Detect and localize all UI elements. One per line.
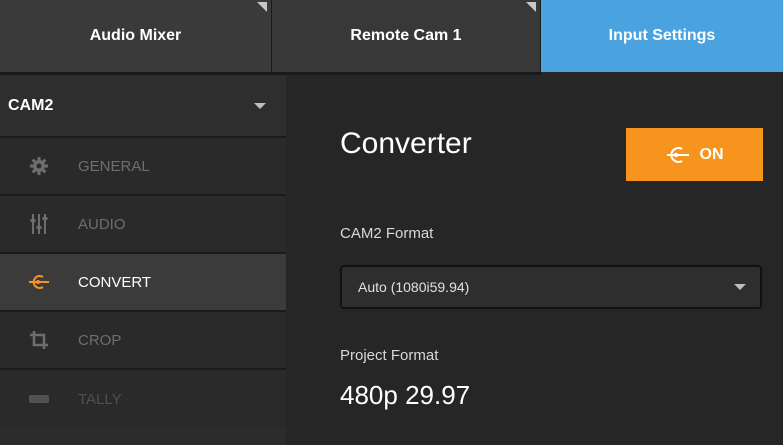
tab-corner-icon [526, 2, 536, 12]
tab-label: Audio Mixer [89, 27, 182, 44]
sidebar-item-label: TALLY [78, 390, 122, 408]
project-format-label: Project Format [340, 347, 439, 364]
gear-icon [0, 156, 78, 176]
chevron-down-icon [254, 102, 266, 109]
convert-icon [666, 146, 689, 163]
tab-bar: Audio Mixer Remote Cam 1 Input Settings [0, 0, 783, 72]
sidebar-item-label: GENERAL [78, 157, 150, 175]
sliders-icon [0, 213, 78, 235]
tab-label: Input Settings [608, 27, 716, 44]
crop-icon [0, 330, 78, 350]
tab-label: Remote Cam 1 [350, 27, 462, 44]
toggle-label: ON [699, 145, 724, 163]
tab-corner-icon [257, 2, 267, 12]
sidebar-item-label: CONVERT [78, 273, 152, 291]
source-select-value: CAM2 [8, 96, 54, 114]
convert-icon [0, 274, 78, 290]
tab-remote-cam-1[interactable]: Remote Cam 1 [272, 0, 541, 72]
page-title: Converter [340, 127, 472, 160]
sidebar-item-label: CROP [78, 331, 122, 349]
project-format-value: 480p 29.97 [340, 380, 471, 410]
tally-icon [0, 393, 78, 405]
sidebar-item-audio[interactable]: AUDIO [0, 196, 286, 254]
format-select[interactable]: Auto (1080i59.94) [340, 265, 762, 309]
converter-toggle-button[interactable]: ON [626, 128, 763, 181]
tab-input-settings[interactable]: Input Settings [541, 0, 783, 72]
chevron-down-icon [734, 284, 746, 290]
settings-panel: Converter ON CAM2 Format Auto (1080i59.9… [286, 75, 783, 445]
sidebar-item-label: AUDIO [78, 215, 126, 233]
sidebar-item-convert[interactable]: CONVERT [0, 254, 286, 312]
format-select-value: Auto (1080i59.94) [358, 279, 470, 295]
sidebar-item-crop[interactable]: CROP [0, 312, 286, 370]
tab-audio-mixer[interactable]: Audio Mixer [0, 0, 272, 72]
format-label: CAM2 Format [340, 225, 434, 242]
sidebar: CAM2 GENERAL AUDIO CONVERT CROP TALLY [0, 75, 286, 445]
source-select[interactable]: CAM2 [0, 75, 286, 138]
sidebar-item-general[interactable]: GENERAL [0, 138, 286, 196]
sidebar-item-tally[interactable]: TALLY [0, 370, 286, 428]
